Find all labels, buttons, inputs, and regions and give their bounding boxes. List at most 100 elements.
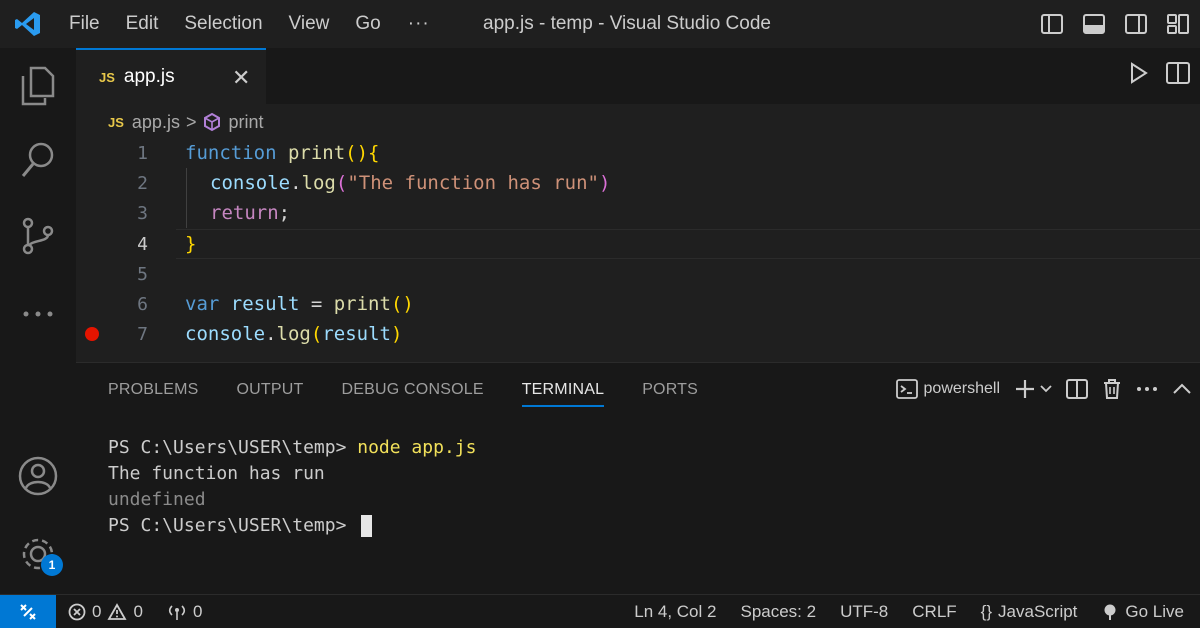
settings-icon[interactable]: 1 [0,524,76,584]
error-icon [68,603,86,621]
code-line[interactable]: 6 var result = print() [76,289,1200,319]
customize-layout-icon[interactable] [1164,10,1192,38]
panel-tabs: PROBLEMS OUTPUT DEBUG CONSOLE TERMINAL P… [108,377,736,407]
editor-tab-bar: JS app.js ✕ [76,48,1200,104]
menu-go[interactable]: Go [342,0,393,48]
more-icon[interactable] [0,284,76,344]
language-mode[interactable]: {} JavaScript [981,602,1078,622]
menu-bar: File Edit Selection View Go ··· [56,0,444,48]
code-text: console.log(result) [185,323,403,345]
close-icon[interactable]: ✕ [232,65,250,91]
terminal-line: The function has run [108,463,325,484]
warning-count: 0 [133,601,143,621]
shell-name: powershell [923,380,1000,397]
activity-bar: 1 [0,48,76,594]
breadcrumb-symbol[interactable]: print [228,112,263,133]
toggle-panel-icon[interactable] [1080,10,1108,38]
tab-app-js[interactable]: JS app.js ✕ [76,48,266,104]
broadcast-icon [1101,603,1119,621]
run-icon[interactable] [1128,62,1148,89]
settings-update-badge: 1 [41,554,63,576]
source-control-icon[interactable] [0,206,76,266]
cursor-position[interactable]: Ln 4, Col 2 [634,602,716,622]
code-line[interactable]: 1 function print(){ [76,138,1200,168]
editor-actions [1128,62,1190,89]
terminal-shell-selector[interactable]: powershell [895,379,1000,399]
breadcrumb: JS app.js > print [108,108,263,136]
eol-status[interactable]: CRLF [912,602,956,622]
encoding-status[interactable]: UTF-8 [840,602,888,622]
split-terminal-icon[interactable] [1066,379,1088,399]
status-bar: 0 0 0 Ln 4, Col 2 Spaces: 2 UTF-8 CRLF {… [0,594,1200,628]
terminal-line: undefined [108,489,206,510]
menu-more-button[interactable]: ··· [394,13,444,35]
braces-icon: {} [980,602,993,621]
indentation-status[interactable]: Spaces: 2 [740,602,816,622]
line-number: 1 [137,142,148,164]
toggle-primary-sidebar-icon[interactable] [1038,10,1066,38]
ports-status[interactable]: 0 [167,602,202,622]
panel-actions: powershell [895,373,1192,405]
code-line[interactable]: 2 console.log("The function has run") [76,168,1200,198]
trash-icon[interactable] [1102,378,1122,400]
maximize-panel-icon[interactable] [1172,383,1192,395]
split-editor-icon[interactable] [1166,62,1190,89]
terminal-output[interactable]: PS C:\Users\USER\temp> node app.js The f… [108,435,476,539]
terminal-cursor [361,515,373,537]
line-number: 2 [137,172,148,194]
chevron-down-icon [1040,385,1052,393]
terminal-line: PS C:\Users\USER\temp> [108,513,476,539]
more-actions-icon[interactable] [1136,386,1158,392]
vscode-logo-icon [0,0,56,48]
tab-problems[interactable]: PROBLEMS [108,377,199,407]
bottom-panel: PROBLEMS OUTPUT DEBUG CONSOLE TERMINAL P… [76,362,1200,594]
problems-status[interactable]: 0 0 [68,602,143,622]
error-count: 0 [92,601,102,621]
line-number: 3 [137,202,148,224]
code-text: } [185,233,197,255]
terminal-line: PS C:\Users\USER\temp> node app.js [108,437,477,458]
line-number: 5 [137,263,148,285]
code-line[interactable]: 4 } [76,229,1200,259]
line-number: 4 [137,233,148,255]
broadcast-icon [167,603,187,621]
breakpoint-icon[interactable] [85,327,99,341]
breadcrumb-file[interactable]: app.js [132,112,180,133]
menu-view[interactable]: View [276,0,343,48]
code-line[interactable]: 5 [76,259,1200,289]
code-text: var result = print() [185,293,414,315]
terminal-icon [895,379,918,399]
javascript-file-icon: JS [108,114,124,130]
javascript-file-icon: JS [99,69,115,85]
toggle-secondary-sidebar-icon[interactable] [1122,10,1150,38]
ports-count: 0 [192,601,203,621]
tab-output[interactable]: OUTPUT [237,377,304,407]
menu-edit[interactable]: Edit [113,0,172,48]
new-terminal-icon[interactable] [1014,378,1052,400]
status-bar-right: Ln 4, Col 2 Spaces: 2 UTF-8 CRLF {} Java… [634,595,1184,628]
warning-icon [107,602,128,621]
go-live-button[interactable]: Go Live [1101,602,1184,622]
title-bar: File Edit Selection View Go ··· app.js -… [0,0,1200,48]
line-number: 7 [137,323,148,345]
menu-selection[interactable]: Selection [171,0,275,48]
breadcrumb-separator: > [185,111,197,132]
search-icon[interactable] [0,130,76,190]
code-line[interactable]: 7 console.log(result) [76,319,1200,349]
line-number: 6 [137,293,148,315]
window-title: app.js - temp - Visual Studio Code [483,13,771,34]
remote-indicator-icon[interactable] [0,594,56,628]
menu-file[interactable]: File [56,0,113,48]
code-text: function print(){ [185,142,380,164]
code-line[interactable]: 3 return; [76,198,1200,228]
code-text: console.log("The function has run") [210,172,611,194]
tab-label: app.js [123,66,175,87]
code-text: return; [210,202,291,224]
code-editor[interactable]: 1 function print(){ 2 console.log("The f… [76,138,1200,362]
tab-terminal[interactable]: TERMINAL [521,377,605,407]
tab-ports[interactable]: PORTS [642,377,698,407]
account-icon[interactable] [0,446,76,506]
symbol-method-icon [202,112,222,132]
tab-debug-console[interactable]: DEBUG CONSOLE [342,377,484,407]
explorer-icon[interactable] [0,56,76,116]
